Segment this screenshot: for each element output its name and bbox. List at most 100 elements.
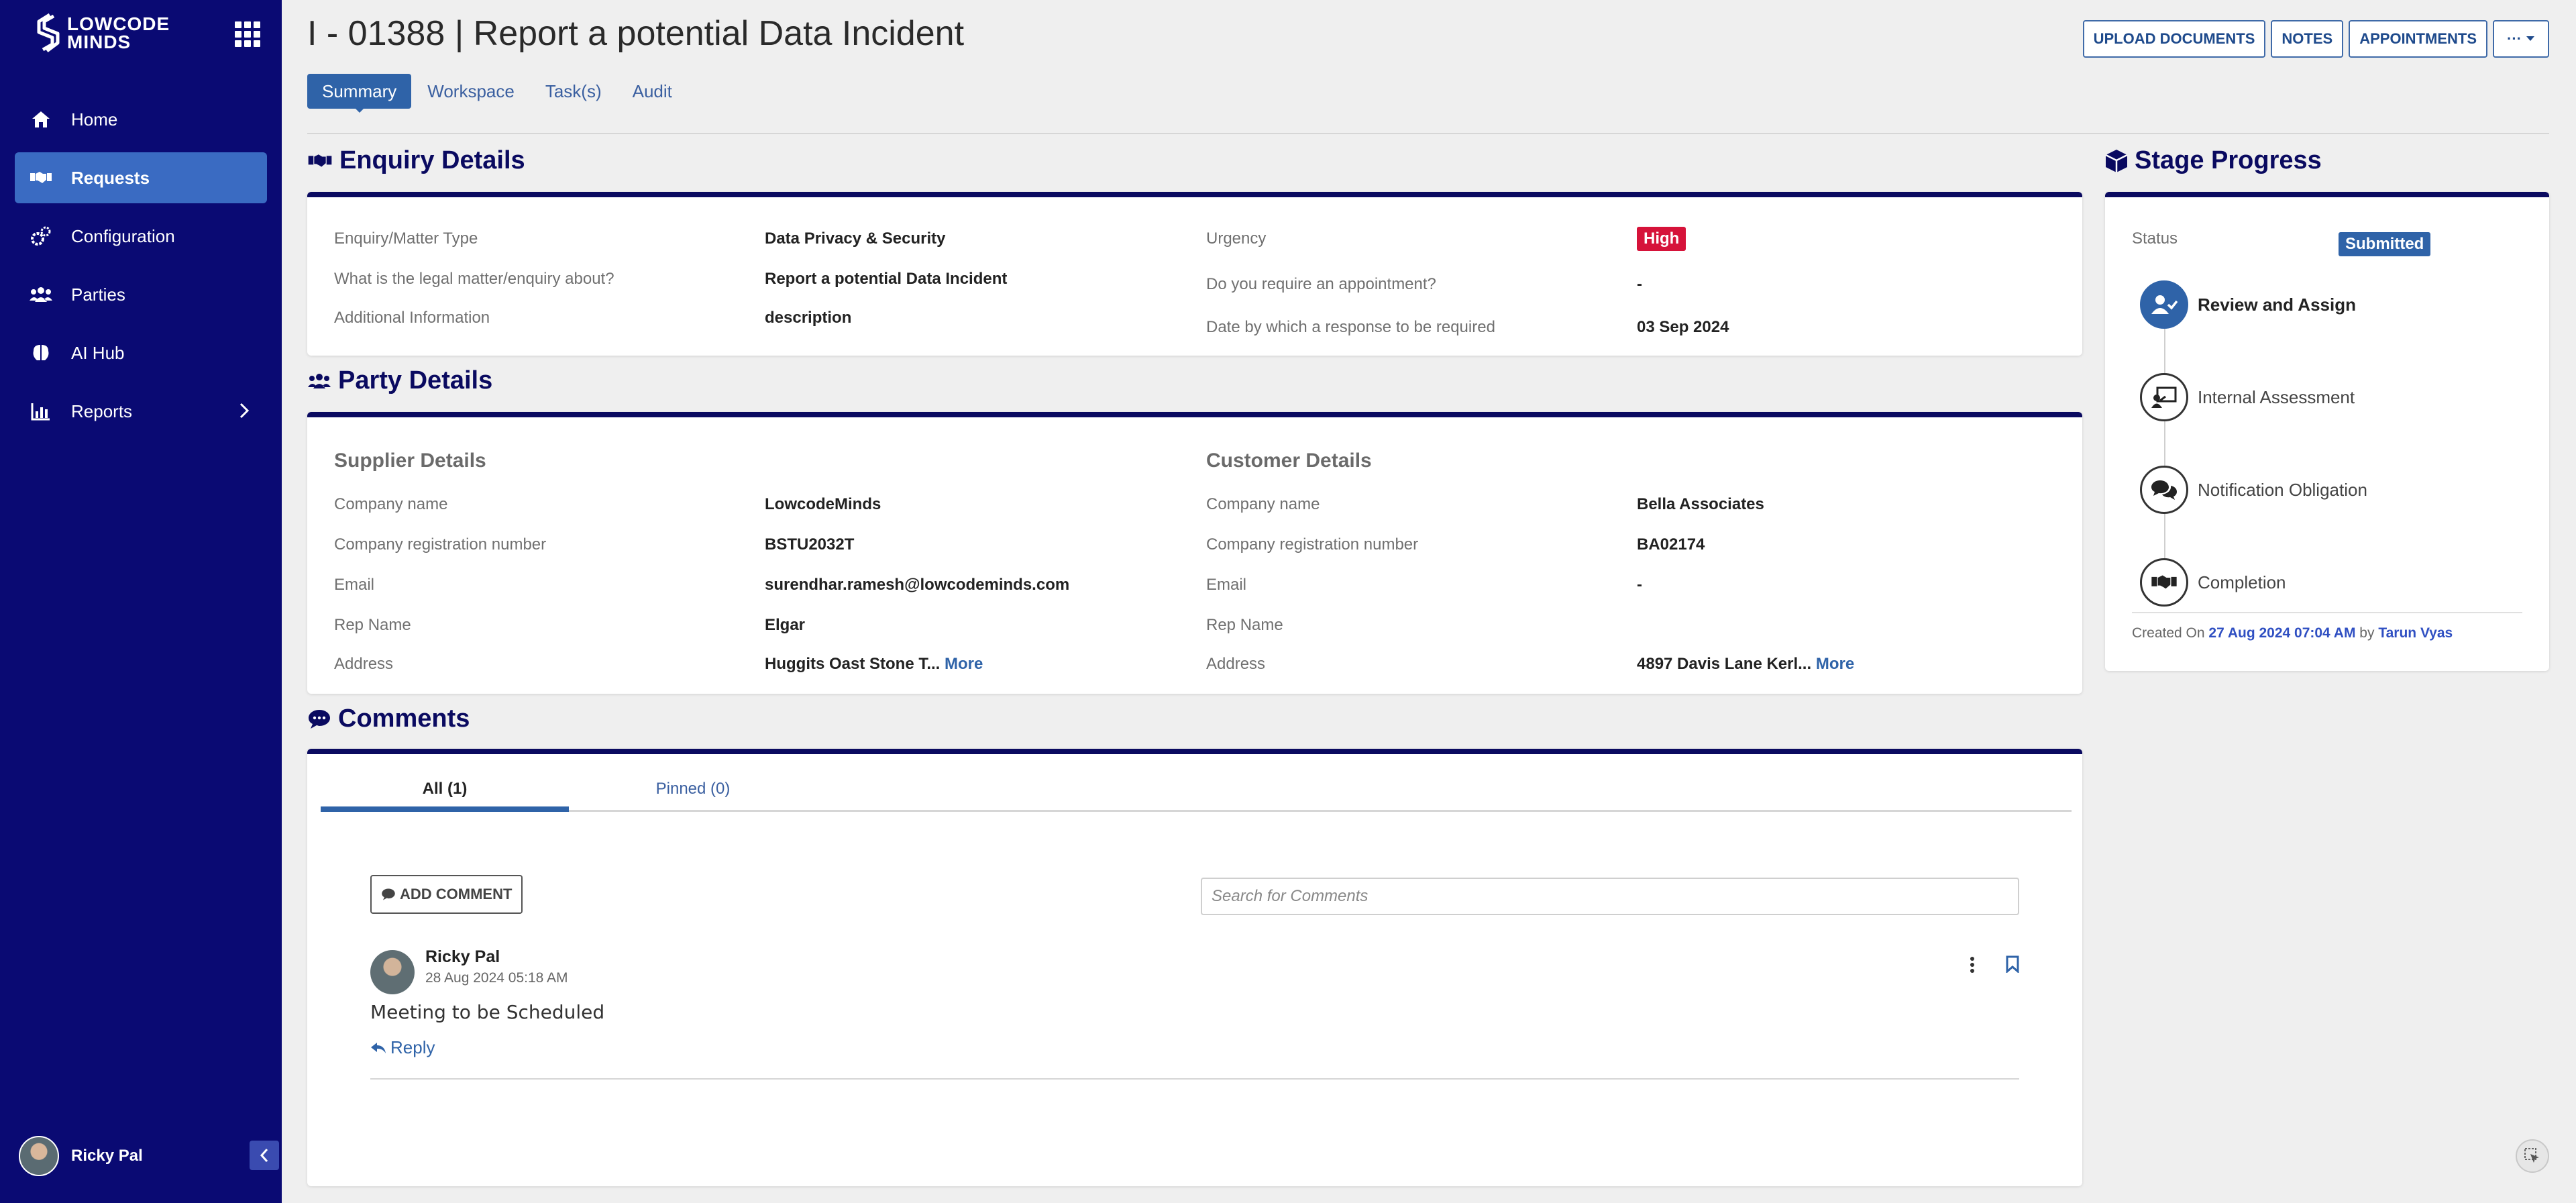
comments-tab-pinned[interactable]: Pinned (0) — [569, 774, 817, 812]
logo[interactable]: LOWCODE MINDS — [30, 12, 170, 54]
customer-details-heading: Customer Details — [1206, 450, 1372, 472]
additional-info-value: description — [765, 309, 852, 327]
comment-author: Ricky Pal — [425, 947, 500, 966]
chat-bubbles-icon — [2140, 466, 2188, 514]
feedback-capture-button[interactable] — [2516, 1139, 2549, 1173]
comment-options-icon[interactable] — [1969, 955, 1976, 978]
reply-link[interactable]: Reply — [370, 1037, 435, 1058]
created-divider — [2132, 612, 2522, 613]
add-comment-button[interactable]: ADD COMMENT — [370, 875, 523, 914]
customer-rep-name-label: Rep Name — [1206, 616, 1283, 634]
appointment-required-value: - — [1637, 275, 1642, 293]
party-details-title: Party Details — [338, 366, 493, 395]
page-title: I - 01388 | Report a potential Data Inci… — [307, 14, 965, 53]
logo-text-line2: MINDS — [67, 32, 131, 52]
supplier-company-name-value: LowcodeMinds — [765, 495, 881, 513]
enquiry-details-card: Enquiry/Matter Type Data Privacy & Secur… — [307, 192, 2082, 356]
cogs-icon — [30, 225, 52, 248]
tab-tasks[interactable]: Task(s) — [531, 74, 616, 109]
appointment-required-label: Do you require an appointment? — [1206, 275, 1436, 293]
home-icon — [30, 108, 52, 131]
chevron-left-icon — [260, 1149, 268, 1162]
search-comments-input[interactable] — [1201, 878, 2019, 915]
comment-timestamp: 28 Aug 2024 05:18 AM — [425, 970, 568, 986]
tab-audit[interactable]: Audit — [618, 74, 687, 109]
stage-connector-line — [2164, 307, 2165, 576]
enquiry-type-value: Data Privacy & Security — [765, 229, 946, 248]
more-actions-button[interactable]: ··· — [2493, 20, 2549, 58]
upload-documents-button[interactable]: UPLOAD DOCUMENTS — [2082, 20, 2266, 58]
sidebar-item-home[interactable]: Home — [15, 94, 267, 145]
party-details-card: Supplier Details Company name LowcodeMin… — [307, 412, 2082, 694]
sidebar-item-requests[interactable]: Requests — [15, 152, 267, 203]
customer-email-label: Email — [1206, 576, 1247, 594]
user-profile[interactable]: Ricky Pal — [19, 1136, 143, 1176]
apps-grid-icon[interactable] — [235, 21, 260, 47]
brain-icon — [30, 342, 52, 364]
stage-label: Notification Obligation — [2198, 479, 2367, 500]
customer-company-name-value: Bella Associates — [1637, 495, 1764, 513]
stage-progress-heading: Stage Progress — [2105, 146, 2322, 175]
supplier-address-value: Huggits Oast Stone T... More — [765, 655, 983, 674]
avatar — [19, 1136, 59, 1176]
logo-text-line1: LOWCODE — [67, 13, 170, 34]
created-prefix: Created On — [2132, 625, 2205, 641]
comments-tab-all[interactable]: All (1) — [321, 774, 569, 812]
comment-divider — [370, 1078, 2019, 1080]
handshake-icon — [2140, 558, 2188, 607]
cube-icon — [2105, 149, 2128, 173]
enquiry-about-value: Report a potential Data Incident — [765, 270, 1008, 288]
sidebar-item-parties[interactable]: Parties — [15, 269, 267, 320]
sidebar-item-ai-hub[interactable]: AI Hub — [15, 327, 267, 378]
stage-progress-title: Stage Progress — [2135, 146, 2322, 174]
stage-label: Completion — [2198, 572, 2286, 592]
customer-email-value: - — [1637, 576, 1642, 594]
sidebar-item-label: Parties — [71, 284, 125, 305]
enquiry-details-heading: Enquiry Details — [307, 146, 525, 175]
stage-review-and-assign[interactable]: Review and Assign — [2140, 280, 2356, 329]
stage-notification-obligation[interactable]: Notification Obligation — [2140, 466, 2367, 514]
tab-workspace[interactable]: Workspace — [413, 74, 529, 109]
stage-internal-assessment[interactable]: Internal Assessment — [2140, 373, 2355, 421]
notes-button[interactable]: NOTES — [2271, 20, 2344, 58]
supplier-email-label: Email — [334, 576, 375, 594]
supplier-details-heading: Supplier Details — [334, 450, 486, 472]
response-date-value: 03 Sep 2024 — [1637, 318, 1729, 336]
reply-icon — [371, 1042, 386, 1053]
stage-label: Internal Assessment — [2198, 386, 2355, 407]
chevron-right-icon — [239, 402, 250, 424]
sidebar: LOWCODE MINDS Home Requests Configuratio… — [0, 0, 282, 1203]
comment-icon — [382, 888, 395, 900]
supplier-company-name-label: Company name — [334, 495, 448, 513]
more-label: ··· — [2507, 30, 2522, 47]
supplier-rep-name-value: Elgar — [765, 616, 806, 634]
stage-completion[interactable]: Completion — [2140, 558, 2286, 607]
tab-summary[interactable]: Summary — [307, 74, 412, 113]
enquiry-about-label: What is the legal matter/enquiry about? — [334, 270, 614, 288]
add-comment-label: ADD COMMENT — [400, 886, 513, 902]
sidebar-item-label: Configuration — [71, 225, 175, 246]
urgency-badge: High — [1637, 227, 1686, 251]
enquiry-details-title: Enquiry Details — [339, 146, 525, 174]
customer-company-name-label: Company name — [1206, 495, 1320, 513]
sidebar-item-configuration[interactable]: Configuration — [15, 211, 267, 262]
user-check-icon — [2140, 280, 2188, 329]
additional-info-label: Additional Information — [334, 309, 490, 327]
sidebar-nav: Home Requests Configuration Parties AI H… — [15, 94, 267, 444]
bookmark-icon[interactable] — [2006, 955, 2019, 976]
created-by-user[interactable]: Tarun Vyas — [2378, 625, 2453, 641]
sidebar-item-label: Requests — [71, 167, 150, 188]
sidebar-item-reports[interactable]: Reports — [15, 386, 267, 437]
users-icon — [30, 283, 52, 306]
collapse-sidebar-button[interactable] — [250, 1141, 279, 1170]
supplier-address-more-link[interactable]: More — [945, 655, 983, 673]
customer-address-more-link[interactable]: More — [1816, 655, 1854, 673]
presentation-icon — [2140, 373, 2188, 421]
stage-progress-card: Status Submitted Review and Assign Inter… — [2105, 192, 2549, 671]
created-info: Created On 27 Aug 2024 07:04 AM by Tarun… — [2132, 625, 2453, 641]
appointments-button[interactable]: APPOINTMENTS — [2349, 20, 2487, 58]
stage-label: Review and Assign — [2198, 294, 2356, 315]
comments-title: Comments — [338, 704, 470, 733]
sidebar-item-label: Home — [71, 109, 118, 129]
customer-registration-label: Company registration number — [1206, 535, 1419, 554]
